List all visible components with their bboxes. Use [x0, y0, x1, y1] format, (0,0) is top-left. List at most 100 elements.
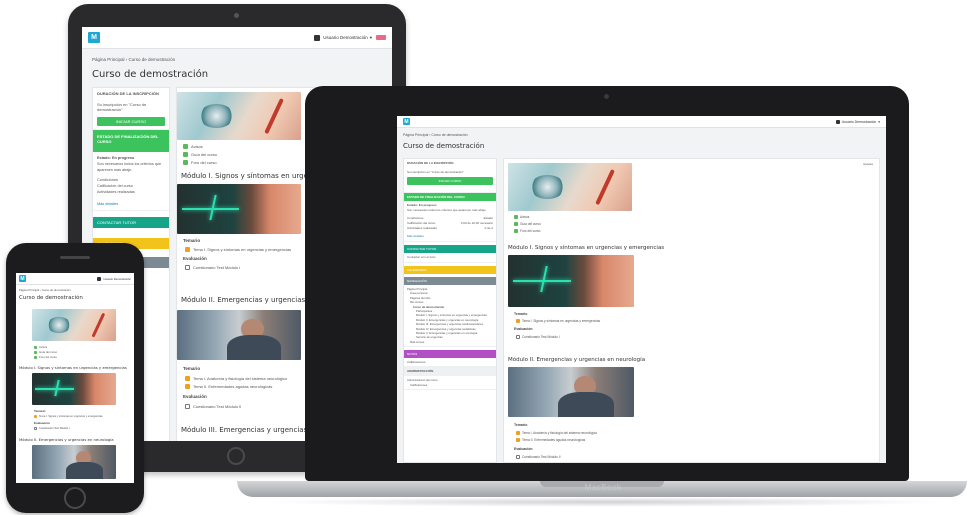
lesson-link[interactable]: Tema I. Signos y síntomas en urgencias y… [34, 415, 103, 418]
logo-icon[interactable]: M [19, 275, 26, 282]
quiz-link[interactable]: Cuestionario Test Módulo II [516, 455, 561, 459]
laptop-screen: M Usuario Demostración ▾ Página Principa… [397, 116, 886, 463]
user-menu[interactable]: Usuario Demostración ▾ [835, 119, 880, 124]
completion-status: Estado: En progreso Son necesarios todos… [93, 152, 169, 211]
forum-icon [183, 144, 188, 149]
phone-topbar: M Usuario Demostración [16, 273, 134, 285]
breadcrumb-home[interactable]: Página Principal [19, 288, 39, 292]
quiz-link[interactable]: Cuestionario Test Módulo I [516, 335, 560, 339]
checkbox-icon [185, 265, 190, 270]
checkbox-icon [516, 455, 520, 459]
completion-header: ESTADO DE FINALIZACIÓN DEL CURSO [404, 193, 496, 201]
book-icon [185, 247, 190, 252]
intro-item[interactable]: Avisos [183, 144, 203, 149]
laptop-shadow [260, 497, 950, 507]
user-menu[interactable]: Usuario Demostración ▾ [314, 34, 386, 41]
user-menu[interactable]: Usuario Demostración [97, 276, 131, 281]
temario-label: Temario [183, 238, 201, 243]
avatar-icon [314, 34, 321, 41]
lesson-link[interactable]: Tema II. Enfermedades agudas neurológica… [185, 384, 272, 389]
lesson-link[interactable]: Tema II. Enfermedades agudas neurológica… [516, 438, 585, 442]
breadcrumb-course[interactable]: Curso de demostración [42, 288, 71, 292]
nav-item[interactable]: Módulo III. Emergencias y urgencias card… [407, 322, 493, 326]
device-label: MacBook [584, 483, 622, 492]
notes-body: Calificaciones [404, 358, 496, 368]
breadcrumb: Página Principal › Curso de demostración [92, 57, 176, 62]
more-details-link[interactable]: Más detalles [407, 234, 493, 239]
contact-tutor-header[interactable]: CONTACTAR TUTOR [404, 245, 496, 253]
laptop-topbar: M Usuario Demostración ▾ [397, 116, 886, 128]
intro-item[interactable]: Foro del curso [183, 160, 217, 165]
breadcrumb-course[interactable]: Curso de demostración [431, 133, 467, 137]
ecg-image [508, 255, 634, 307]
avatar-icon [835, 119, 840, 124]
temario-label: Temario [514, 312, 528, 316]
lesson-link[interactable]: Tema I. Anatomía y fisiología del sistem… [185, 376, 287, 381]
book-icon [516, 431, 520, 435]
forum-icon [34, 345, 37, 349]
start-course-button[interactable]: INICIAR CURSO [407, 177, 493, 185]
page-title: Curso de demostración [92, 69, 209, 80]
edit-menu[interactable]: Ajustes [863, 162, 873, 166]
intro-item[interactable]: Avisos [34, 345, 47, 349]
logo-icon[interactable]: M [403, 118, 410, 125]
laptop-camera [604, 94, 609, 99]
evaluacion-label: Evaluación [514, 327, 533, 331]
lesson-link[interactable]: Tema I. Signos y síntomas en urgencias y… [516, 319, 600, 323]
forum-icon [514, 215, 518, 219]
breadcrumb-course[interactable]: Curso de demostración [129, 57, 176, 62]
forum-icon [183, 160, 188, 165]
admin-item[interactable]: Calificaciones [407, 383, 493, 387]
forum-icon [34, 355, 37, 359]
checkbox-icon [516, 335, 520, 339]
lesson-link[interactable]: Tema I. Signos y síntomas en urgencias y… [185, 247, 291, 252]
device-mockup-stage: M Usuario Demostración ▾ Página Principa… [0, 0, 967, 515]
evaluacion-label: Evaluación [514, 447, 533, 451]
checkbox-icon [185, 404, 190, 409]
phone-home-button [64, 487, 86, 509]
notes-header[interactable]: NOTAS [404, 350, 496, 359]
progress-text: Su inscripción en "Curso de demostración… [97, 102, 147, 112]
quiz-link[interactable]: Cuestionario Test Módulo I [185, 265, 240, 270]
nav-item[interactable]: Más cursos [407, 340, 493, 344]
completion-header: ESTADO DE FINALIZACIÓN DEL CURSO [93, 130, 169, 152]
more-details-link[interactable]: Más detalles [97, 201, 165, 207]
temario-label: Temario [34, 409, 46, 413]
phone-device: M Usuario Demostración Página Principal … [6, 243, 144, 513]
breadcrumb-home[interactable]: Página Principal [92, 57, 125, 62]
temario-label: Temario [514, 423, 528, 427]
stethoscope-image [177, 92, 301, 140]
stethoscope-image [32, 309, 116, 341]
user-name: Usuario Demostración [103, 276, 131, 281]
admin-header[interactable]: ADMINISTRACIÓN [404, 367, 496, 377]
module-title: Módulo I. Signos y síntomas en urgencias… [508, 245, 665, 251]
intro-item[interactable]: Guía del curso [34, 350, 57, 354]
breadcrumb-home[interactable]: Página Principal [403, 133, 428, 137]
patient-image [177, 310, 301, 360]
status-row: Actividades realizadas 0 de 2 [407, 226, 493, 230]
lesson-link[interactable]: Tema I. Anatomía y fisiología del sistem… [516, 431, 597, 435]
intro-item[interactable]: Foro del curso [514, 229, 540, 233]
quiz-link[interactable]: Cuestionario Test Módulo I [34, 427, 70, 430]
intro-item[interactable]: Avisos [514, 215, 529, 219]
logo-icon[interactable]: M [88, 32, 100, 43]
start-course-button[interactable]: INICIAR CURSO [97, 117, 165, 126]
page-title: Curso de demostración [403, 142, 485, 150]
phone-speaker [60, 256, 90, 259]
patient-image [508, 367, 634, 417]
laptop-content: Ajustes Avisos Guía del curso Foro del c… [503, 158, 880, 463]
module-title: Módulo II. Emergencias y urgencias en ne… [19, 437, 114, 442]
intro-item[interactable]: Foro del curso [34, 355, 57, 359]
intro-item[interactable]: Guía del curso [514, 222, 541, 226]
ecg-image [32, 373, 116, 405]
laptop-lid: M Usuario Demostración ▾ Página Principa… [305, 86, 909, 481]
notification-icon[interactable] [376, 35, 386, 40]
file-icon [34, 350, 37, 354]
tablet-home-button [227, 447, 245, 465]
intro-item[interactable]: Guía del curso [183, 152, 217, 157]
calendar-header[interactable]: CALENDARIO [404, 266, 496, 274]
navigation-header[interactable]: NAVEGACIÓN [404, 277, 496, 285]
contact-tutor-header[interactable]: CONTACTAR TUTOR [93, 217, 169, 228]
quiz-link[interactable]: Cuestionario Test Módulo II [185, 404, 241, 409]
progress-text: Su inscripción en "Curso de demostración… [407, 170, 464, 174]
